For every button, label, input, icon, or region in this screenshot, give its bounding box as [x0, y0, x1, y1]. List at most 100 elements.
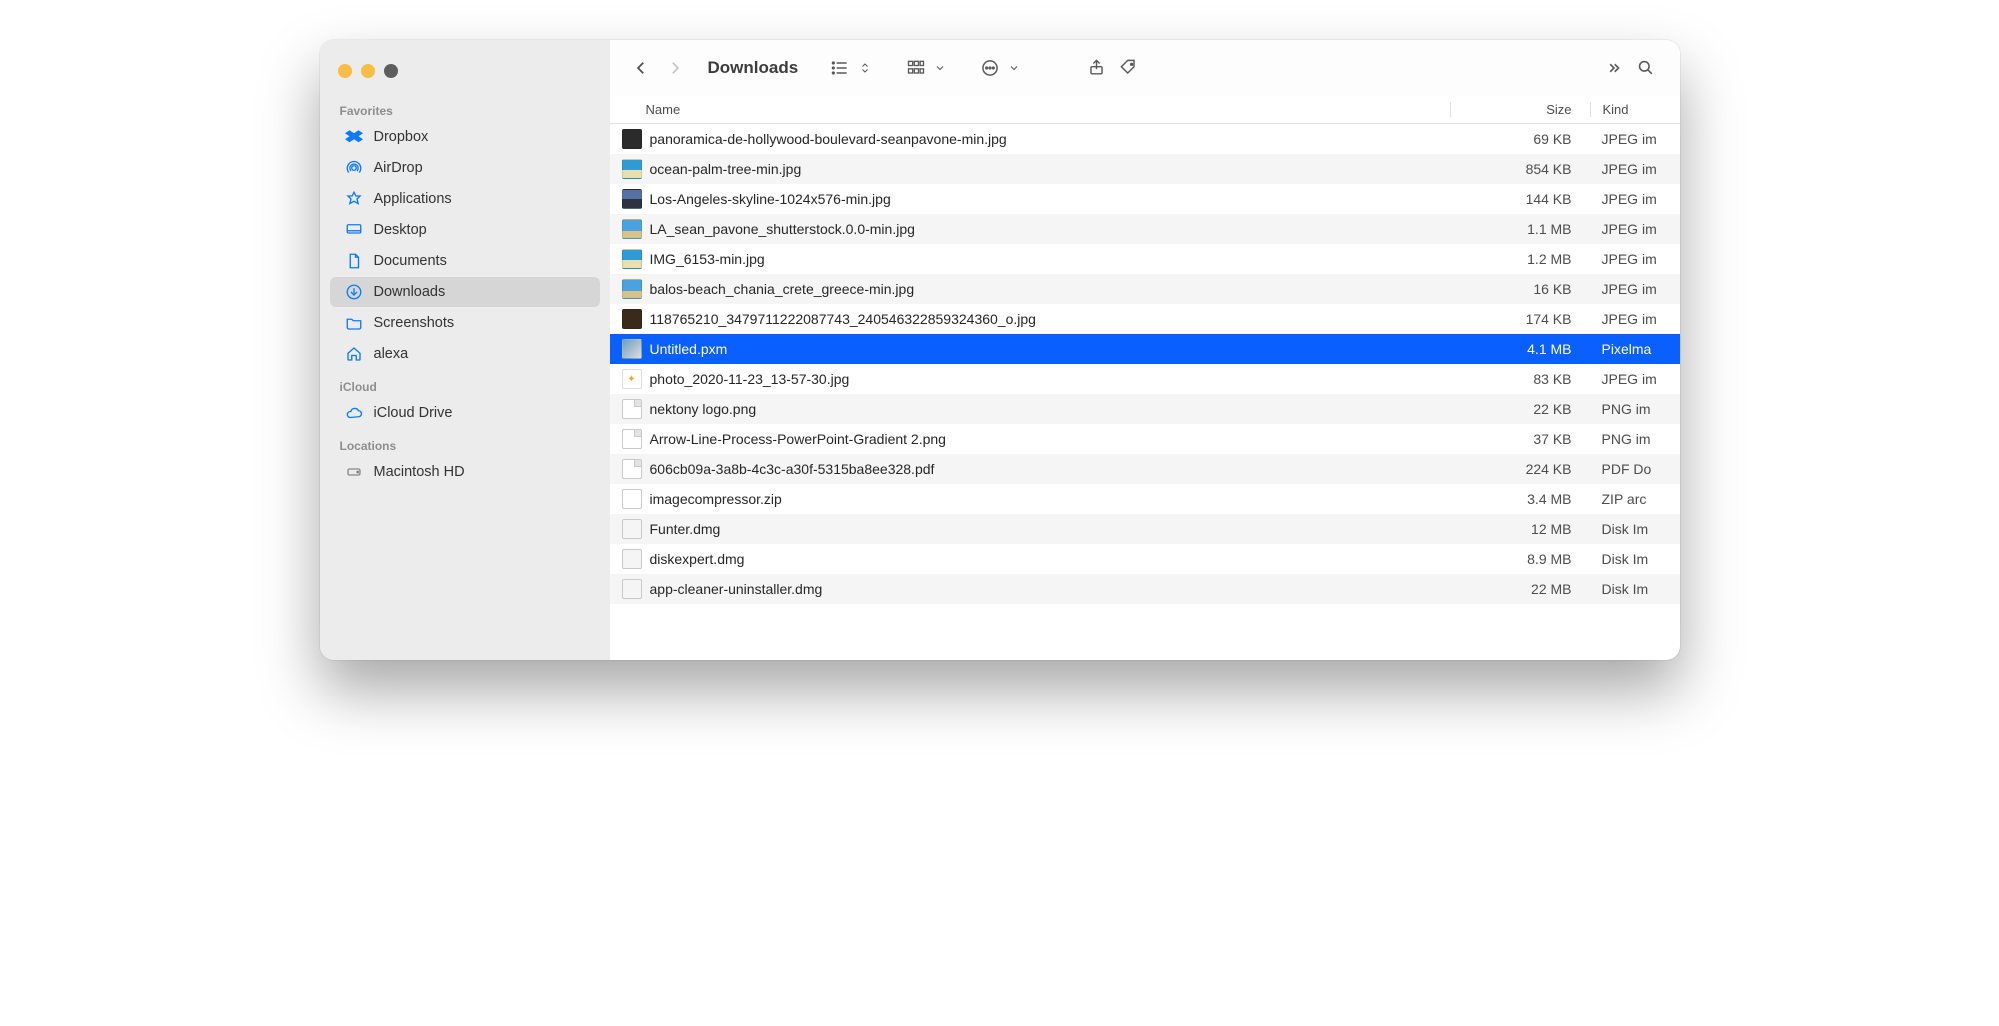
file-thumbnail-icon — [622, 189, 642, 209]
overflow-button[interactable] — [1598, 52, 1630, 84]
file-name: IMG_6153-min.jpg — [650, 251, 1450, 267]
column-header-kind[interactable]: Kind — [1590, 102, 1680, 117]
file-kind: Pixelma — [1590, 341, 1680, 357]
file-row[interactable]: LA_sean_pavone_shutterstock.0.0-min.jpg1… — [610, 214, 1680, 244]
sidebar-item-applications[interactable]: Applications — [330, 184, 600, 214]
file-row[interactable]: ocean-palm-tree-min.jpg854 KBJPEG im — [610, 154, 1680, 184]
sidebar-item-desktop[interactable]: Desktop — [330, 215, 600, 245]
file-row[interactable]: Arrow-Line-Process-PowerPoint-Gradient 2… — [610, 424, 1680, 454]
file-size: 1.1 MB — [1450, 221, 1590, 237]
sidebar-item-alexa[interactable]: alexa — [330, 339, 600, 369]
file-row[interactable]: 118765210_3479711222087743_2405463228593… — [610, 304, 1680, 334]
file-thumbnail-icon — [622, 159, 642, 179]
file-name: imagecompressor.zip — [650, 491, 1450, 507]
file-thumbnail-icon — [622, 279, 642, 299]
tags-button[interactable] — [1112, 52, 1144, 84]
minimize-window-button[interactable] — [361, 64, 375, 78]
file-size: 854 KB — [1450, 161, 1590, 177]
view-options-chevron-icon[interactable] — [856, 52, 874, 84]
file-name: balos-beach_chania_crete_greece-min.jpg — [650, 281, 1450, 297]
file-row[interactable]: IMG_6153-min.jpg1.2 MBJPEG im — [610, 244, 1680, 274]
file-name: Untitled.pxm — [650, 341, 1450, 357]
zoom-window-button[interactable] — [384, 64, 398, 78]
file-kind: JPEG im — [1590, 281, 1680, 297]
file-row[interactable]: imagecompressor.zip3.4 MBZIP arc — [610, 484, 1680, 514]
file-size: 3.4 MB — [1450, 491, 1590, 507]
finder-window: FavoritesDropboxAirDropApplicationsDeskt… — [320, 40, 1680, 660]
file-kind: JPEG im — [1590, 311, 1680, 327]
file-kind: JPEG im — [1590, 371, 1680, 387]
sidebar-item-label: Macintosh HD — [374, 464, 465, 480]
disk-icon — [344, 462, 364, 482]
file-kind: ZIP arc — [1590, 491, 1680, 507]
group-by-button[interactable] — [900, 52, 932, 84]
search-button[interactable] — [1630, 52, 1662, 84]
file-size: 16 KB — [1450, 281, 1590, 297]
column-header-name[interactable]: Name — [610, 102, 1450, 117]
sidebar-item-label: iCloud Drive — [374, 405, 453, 421]
file-thumbnail-icon: ✦ — [622, 369, 642, 389]
forward-button[interactable] — [662, 50, 688, 86]
file-row[interactable]: ✦ photo_2020-11-23_13-57-30.jpg83 KBJPEG … — [610, 364, 1680, 394]
sidebar-item-airdrop[interactable]: AirDrop — [330, 153, 600, 183]
view-list-button[interactable] — [824, 52, 856, 84]
sidebar-item-icloud-drive[interactable]: iCloud Drive — [330, 398, 600, 428]
file-size: 22 KB — [1450, 401, 1590, 417]
file-thumbnail-icon — [622, 309, 642, 329]
downloads-icon — [344, 282, 364, 302]
toolbar: Downloads — [610, 40, 1680, 96]
sidebar-item-dropbox[interactable]: Dropbox — [330, 122, 600, 152]
file-name: Arrow-Line-Process-PowerPoint-Gradient 2… — [650, 431, 1450, 447]
chevron-down-icon[interactable] — [1006, 52, 1022, 84]
file-row[interactable]: diskexpert.dmg8.9 MBDisk Im — [610, 544, 1680, 574]
file-kind: JPEG im — [1590, 161, 1680, 177]
close-window-button[interactable] — [338, 64, 352, 78]
file-name: photo_2020-11-23_13-57-30.jpg — [650, 371, 1450, 387]
file-row[interactable]: panoramica-de-hollywood-boulevard-seanpa… — [610, 124, 1680, 154]
file-thumbnail-icon — [622, 459, 642, 479]
file-name: Los-Angeles-skyline-1024x576-min.jpg — [650, 191, 1450, 207]
sidebar-item-label: Desktop — [374, 222, 427, 238]
file-kind: Disk Im — [1590, 521, 1680, 537]
file-kind: JPEG im — [1590, 131, 1680, 147]
airdrop-icon — [344, 158, 364, 178]
file-row[interactable]: balos-beach_chania_crete_greece-min.jpg1… — [610, 274, 1680, 304]
sidebar-item-documents[interactable]: Documents — [330, 246, 600, 276]
back-button[interactable] — [628, 50, 654, 86]
sidebar-item-label: AirDrop — [374, 160, 423, 176]
file-row[interactable]: Untitled.pxm4.1 MBPixelma — [610, 334, 1680, 364]
file-thumbnail-icon — [622, 129, 642, 149]
file-thumbnail-icon — [622, 339, 642, 359]
share-button[interactable] — [1080, 52, 1112, 84]
file-row[interactable]: app-cleaner-uninstaller.dmg22 MBDisk Im — [610, 574, 1680, 604]
column-header-size[interactable]: Size — [1450, 102, 1590, 117]
file-row[interactable]: 606cb09a-3a8b-4c3c-a30f-5315ba8ee328.pdf… — [610, 454, 1680, 484]
chevron-down-icon[interactable] — [932, 52, 948, 84]
document-icon — [344, 251, 364, 271]
file-thumbnail-icon — [622, 489, 642, 509]
file-row[interactable]: Funter.dmg12 MBDisk Im — [610, 514, 1680, 544]
file-row[interactable]: Los-Angeles-skyline-1024x576-min.jpg144 … — [610, 184, 1680, 214]
file-kind: Disk Im — [1590, 551, 1680, 567]
dropbox-icon — [344, 127, 364, 147]
file-thumbnail-icon — [622, 519, 642, 539]
file-size: 83 KB — [1450, 371, 1590, 387]
file-name: 118765210_3479711222087743_2405463228593… — [650, 311, 1450, 327]
sidebar-section-header: Locations — [320, 429, 610, 456]
file-name: LA_sean_pavone_shutterstock.0.0-min.jpg — [650, 221, 1450, 237]
window-title: Downloads — [708, 58, 799, 78]
file-name: diskexpert.dmg — [650, 551, 1450, 567]
file-thumbnail-icon — [622, 429, 642, 449]
sidebar-item-macintosh-hd[interactable]: Macintosh HD — [330, 457, 600, 487]
sidebar-item-downloads[interactable]: Downloads — [330, 277, 600, 307]
sidebar-item-label: Documents — [374, 253, 447, 269]
sidebar-item-label: Downloads — [374, 284, 446, 300]
file-kind: JPEG im — [1590, 191, 1680, 207]
file-size: 4.1 MB — [1450, 341, 1590, 357]
action-menu-button[interactable] — [974, 52, 1006, 84]
file-size: 37 KB — [1450, 431, 1590, 447]
sidebar-item-screenshots[interactable]: Screenshots — [330, 308, 600, 338]
file-name: Funter.dmg — [650, 521, 1450, 537]
file-row[interactable]: nektony logo.png22 KBPNG im — [610, 394, 1680, 424]
sidebar: FavoritesDropboxAirDropApplicationsDeskt… — [320, 40, 610, 660]
